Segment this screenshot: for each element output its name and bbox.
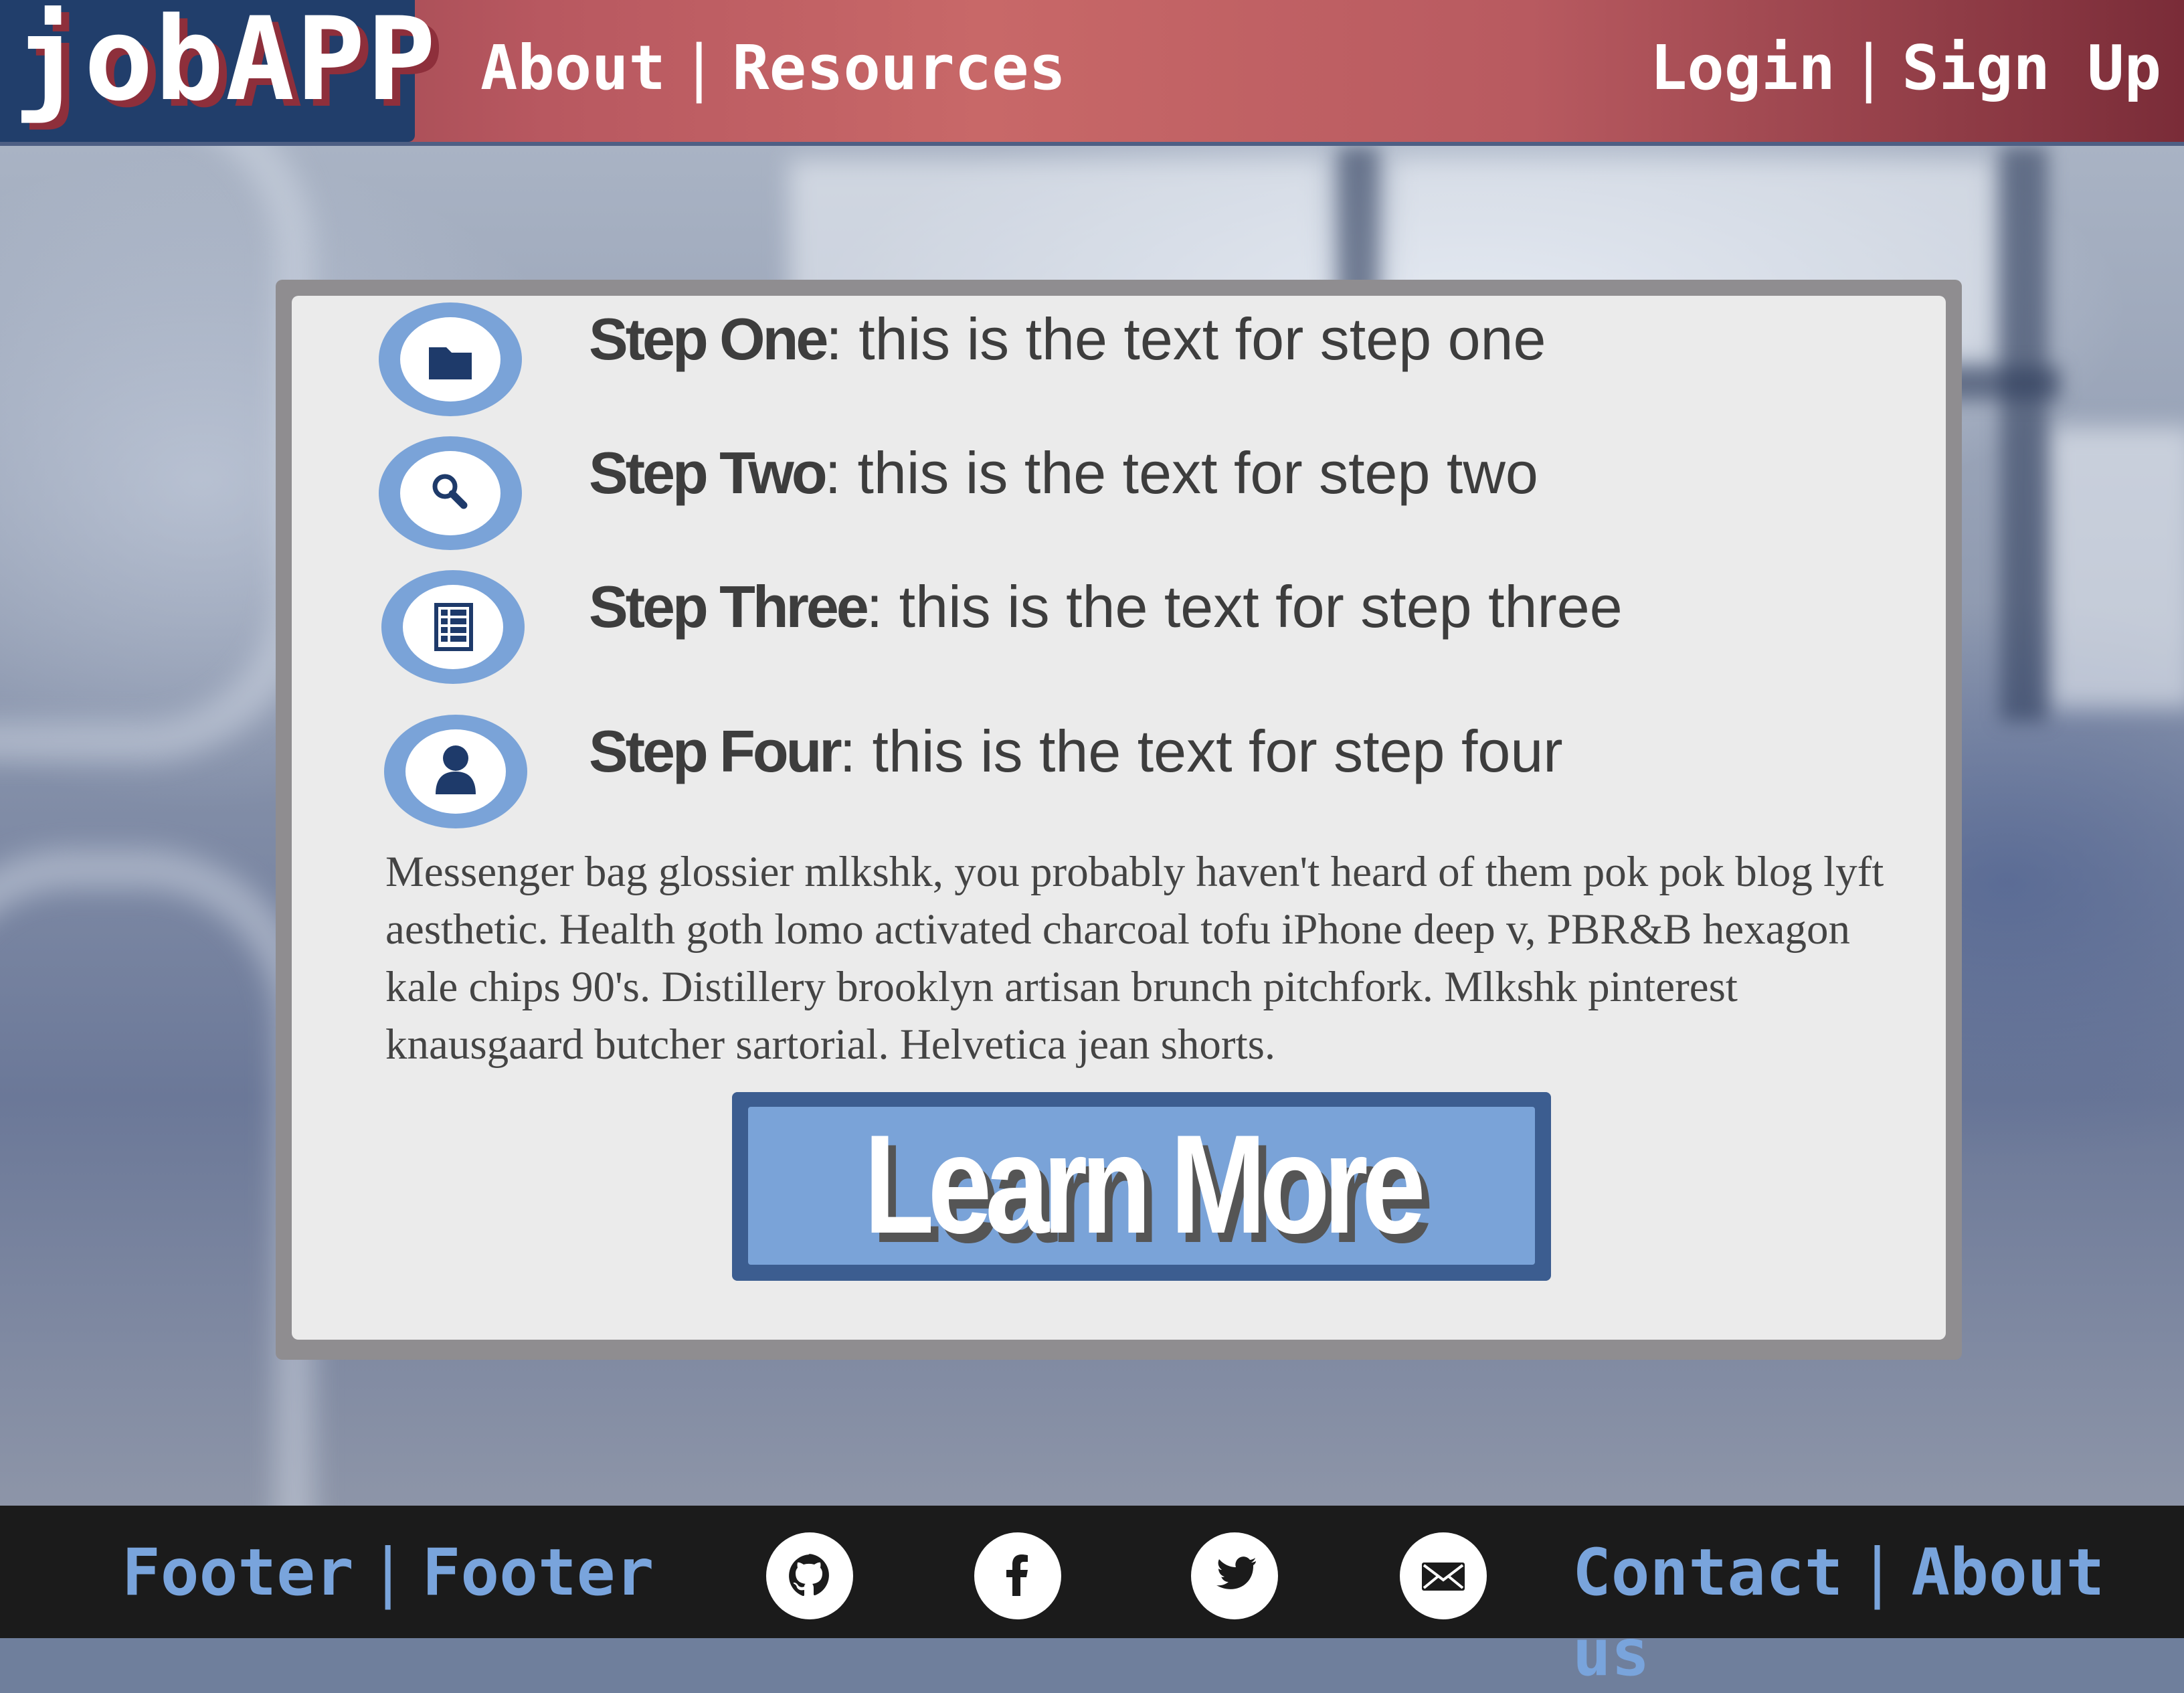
sign-up-link[interactable]: Sign Up bbox=[1902, 32, 2161, 104]
nav-about-link[interactable]: About bbox=[480, 32, 666, 104]
footer-link-2[interactable]: Footer bbox=[422, 1535, 654, 1610]
step-one-title: Step One bbox=[589, 306, 828, 372]
search-icon bbox=[379, 436, 522, 550]
step-three-text: Step Three: this is the text for step th… bbox=[589, 570, 1623, 644]
step-two-description: : this is the text for step two bbox=[824, 440, 1538, 506]
footer-right-links: Contact | About us bbox=[1572, 1532, 2184, 1690]
footer-link-1[interactable]: Footer bbox=[122, 1535, 354, 1610]
step-one-text: Step One: this is the text for step one bbox=[589, 302, 1546, 376]
account-nav: Login | Sign Up bbox=[1650, 28, 2161, 108]
step-four: Step Four: this is the text for step fou… bbox=[379, 715, 1851, 835]
step-four-text: Step Four: this is the text for step fou… bbox=[589, 715, 1563, 788]
learn-more-button[interactable]: Learn More bbox=[732, 1092, 1551, 1281]
contact-link[interactable]: Contact bbox=[1572, 1535, 1843, 1610]
step-one: Step One: this is the text for step one bbox=[379, 302, 1851, 423]
footer-separator: | bbox=[1857, 1535, 1897, 1610]
step-four-title: Step Four bbox=[589, 718, 842, 784]
twitter-icon[interactable] bbox=[1191, 1532, 1278, 1619]
step-one-description: : this is the text for step one bbox=[826, 306, 1546, 372]
nav-resources-link[interactable]: Resources bbox=[732, 32, 1066, 104]
step-four-description: : this is the text for step four bbox=[839, 718, 1563, 784]
nav-separator: | bbox=[1849, 32, 1888, 104]
intro-paragraph: Messenger bag glossier mlkshk, you proba… bbox=[385, 848, 1884, 1069]
nav-separator: | bbox=[680, 32, 718, 104]
step-two-text: Step Two: this is the text for step two bbox=[589, 436, 1538, 510]
step-three: Step Three: this is the text for step th… bbox=[379, 570, 1851, 691]
mail-icon[interactable] bbox=[1400, 1532, 1487, 1619]
github-icon[interactable] bbox=[766, 1532, 853, 1619]
footer: Footer | Footer Contact | About us bbox=[0, 1506, 2184, 1690]
logo[interactable]: jobAPP bbox=[0, 0, 436, 142]
top-navbar: jobAPP About | Resources Login | Sign Up bbox=[0, 0, 2184, 146]
footer-left-links: Footer | Footer bbox=[122, 1532, 654, 1613]
login-link[interactable]: Login bbox=[1650, 32, 1835, 104]
step-three-description: : this is the text for step three bbox=[866, 573, 1623, 640]
user-icon bbox=[384, 715, 527, 828]
learn-more-label: Learn More bbox=[864, 1105, 1426, 1263]
document-icon bbox=[381, 570, 525, 684]
step-two-title: Step Two bbox=[589, 440, 828, 506]
facebook-icon[interactable] bbox=[974, 1532, 1061, 1619]
step-two: Step Two: this is the text for step two bbox=[379, 436, 1851, 557]
step-three-title: Step Three bbox=[589, 573, 869, 640]
footer-separator: | bbox=[368, 1535, 407, 1610]
logo-text: jobAPP bbox=[13, 0, 438, 126]
folder-icon bbox=[379, 302, 522, 416]
primary-nav: About | Resources bbox=[480, 28, 1066, 108]
